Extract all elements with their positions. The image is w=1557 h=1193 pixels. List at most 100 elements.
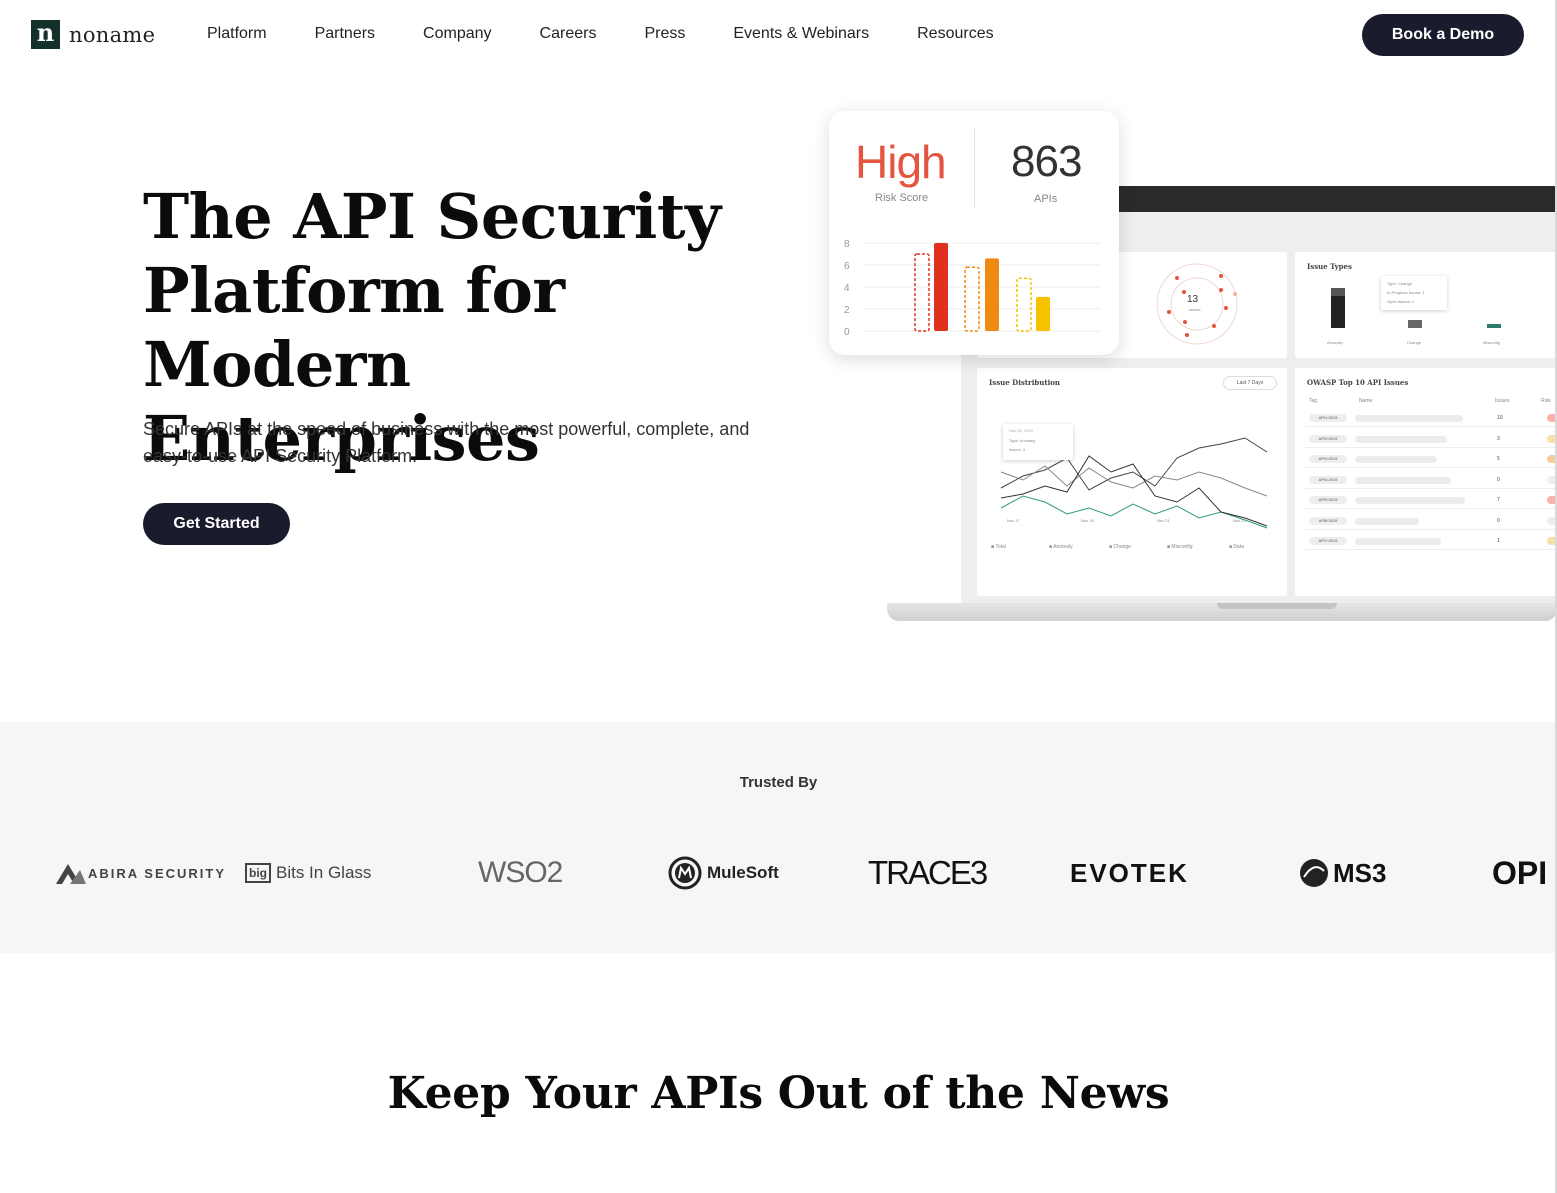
distribution-tooltip: Nov 25, 2020 Type: Anomaly Issues: 3 [1003,424,1073,460]
issue-types-bar-anomaly-top [1331,288,1345,296]
legend-misconfig-label: Misconfig [1171,544,1193,550]
hero-subtitle: Secure APIs at the speed of business wit… [143,416,783,470]
card-chart-bar [914,253,930,332]
owasp-row-tag: API4:2019 [1309,475,1347,484]
risk-score-card: High Risk Score 863 APIs 86420 [829,111,1119,355]
partner-logo-trace3[interactable]: TRACE3 [868,840,988,906]
partner-logo-evotek[interactable]: EVOTEK [1070,840,1189,906]
nav-link-press[interactable]: Press [644,25,685,43]
issue-types-title: Issue Types [1307,262,1352,271]
legend-misconfig[interactable]: ■ Misconfig [1167,544,1193,550]
top-navigation: n noname Platform Partners Company Caree… [0,0,1557,72]
owasp-row-divider [1305,426,1557,427]
owasp-row-name-placeholder [1355,435,1447,443]
issue-types-label-anomaly: Anomaly [1327,340,1343,345]
evotek-wordmark: EVOTEK [1070,857,1189,888]
card-chart-axis-label: 2 [844,305,850,316]
owasp-row-divider [1305,528,1557,530]
partner-logo-opi[interactable]: OPI [1492,840,1547,906]
partner-logo-wso2[interactable]: WSO2 [478,840,563,906]
mulesoft-mark-icon [668,856,702,890]
ms3-mark-icon [1300,859,1328,887]
distribution-x-label-2: Nov 19 [1081,518,1094,523]
card-chart-axis-label: 4 [844,283,850,294]
owasp-row-name-placeholder [1355,415,1463,422]
card-chart-axis-label: 8 [844,239,850,250]
owasp-header-tag: Tag [1309,398,1318,404]
partner-logo-mulesoft[interactable]: MuleSoft [668,840,779,906]
issue-types-tooltip-line-2: In Progress Issues: 1 [1387,290,1425,295]
get-started-button[interactable]: Get Started [143,503,290,545]
legend-change[interactable]: ■ Change [1109,544,1131,550]
issue-distribution-chart [1000,437,1268,529]
nav-link-events[interactable]: Events & Webinars [733,25,869,43]
trusted-by-title: Trusted By [739,774,818,791]
owasp-row-tag: API5:2019 [1309,496,1347,504]
issue-types-bar-change [1408,320,1422,328]
abira-wordmark: ABIRA SECURITY [88,865,227,881]
legend-total-label: Total [995,544,1006,550]
owasp-row-issues: 5 [1497,456,1500,462]
partner-logo-row: ABIRA SECURITY big Bits In Glass WSO2 Mu… [0,840,1557,910]
nav-link-partners[interactable]: Partners [315,25,375,43]
card-chart-bar [1036,296,1050,331]
hero-subtitle-line-2: easy-to-use API Security Platform. [143,446,418,466]
legend-total[interactable]: ■ Total [991,544,1006,550]
distribution-tooltip-line-3: Issues: 3 [1009,447,1026,452]
owasp-row-tag: API6:2019 [1309,516,1347,525]
legend-anomaly-label: Anomaly [1053,544,1073,550]
card-chart-bar [1016,277,1032,332]
legend-data-label: Data [1233,544,1244,550]
owasp-row-issues: 0 [1497,517,1500,524]
card-chart-bar [934,243,948,331]
nav-link-company[interactable]: Company [423,25,491,43]
issue-distribution-panel: Issue Distribution Last 7 Days Nov 25, 2… [977,368,1287,596]
brand-name: noname [69,22,156,47]
nav-link-careers[interactable]: Careers [540,25,597,43]
opi-wordmark: OPI [1492,854,1548,891]
nav-link-platform[interactable]: Platform [207,25,267,43]
brand-logo[interactable]: n noname [31,20,155,49]
owasp-row-issues: 3 [1497,435,1500,442]
legend-anomaly[interactable]: ■ Anomaly [1049,544,1073,550]
issue-types-label-misconfig: Misconfig [1483,340,1500,345]
owasp-row-name-placeholder [1355,497,1465,504]
nav-links: Platform Partners Company Careers Press … [207,25,1042,43]
owasp-row-tag: API3:2019 [1309,455,1347,463]
owasp-row-name-placeholder [1355,476,1451,484]
laptop-notch [1217,603,1337,609]
partner-logo-bits-in-glass[interactable]: big Bits In Glass [245,840,371,906]
hero-title-line-1: The API Security [143,180,721,253]
owasp-row-name-placeholder [1355,456,1437,463]
legend-change-label: Change [1113,544,1131,550]
owasp-row-divider [1305,549,1557,550]
issues-label: Issues [1189,307,1201,312]
issue-types-tooltip: Type: Change In Progress Issues: 1 Open … [1381,276,1447,310]
owasp-row-issues: 0 [1497,476,1500,483]
hero-title-line-2: Platform for [143,254,565,327]
owasp-row-tag: API2:2019 [1309,434,1347,443]
news-section-title: Keep Your APIs Out of the News [387,1068,1170,1119]
book-demo-button[interactable]: Book a Demo [1362,14,1524,56]
issue-types-tooltip-line-3: Open Issues: 2 [1387,299,1414,304]
distribution-x-label-1: Nov 17 [1007,518,1020,523]
nav-link-resources[interactable]: Resources [917,25,993,43]
partner-logo-ms3[interactable]: MS3 [1298,840,1386,906]
risk-bar-chart: 8 6 4 2 0 [844,239,1101,338]
issues-count: 13 [1187,294,1199,305]
ms3-wordmark: MS3 [1333,857,1387,888]
issue-types-panel: Issue Types Type: Change In Progress Iss… [1295,252,1557,358]
owasp-row-issues: 10 [1497,415,1503,421]
owasp-row-divider [1305,508,1557,509]
legend-data[interactable]: ■ Data [1229,544,1244,550]
big-mark-icon: big [245,863,271,883]
owasp-row-divider [1305,446,1557,448]
partner-logo-abira[interactable]: ABIRA SECURITY [56,840,226,906]
owasp-header-issues: Issues [1495,398,1510,404]
wso2-wordmark: WSO2 [478,856,563,889]
card-chart-axis-label: 6 [844,261,850,272]
abira-mark-icon [56,864,86,884]
owasp-header-name: Name [1359,398,1373,404]
owasp-panel: OWASP Top 10 API Issues Tag Name Issues … [1295,368,1557,596]
owasp-row-tag: API1:2019 [1309,414,1347,422]
